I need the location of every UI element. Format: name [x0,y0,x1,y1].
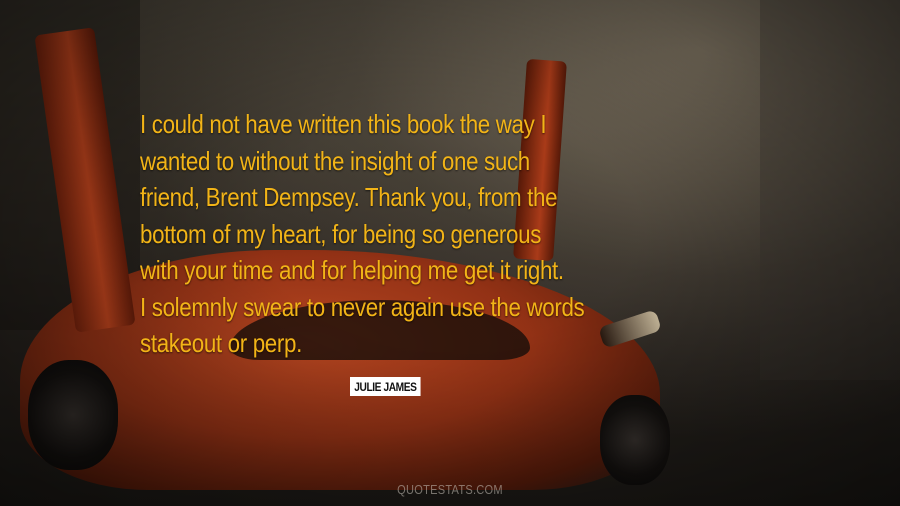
quote-line: bottom of my heart, for being so generou… [140,218,542,249]
quote-line: with your time and for helping me get it… [140,255,564,285]
quote-line: stakeout or perp. [140,328,302,358]
site-watermark: QUOTESTATS.COM [397,482,503,497]
quote-text: I could not have written this book the w… [140,106,725,362]
quote-line: I solemnly swear to never again use the … [140,291,585,322]
quote-line: I could not have written this book the w… [140,109,547,139]
quote-line: wanted to without the insight of one suc… [140,145,530,176]
quote-line: friend, Brent Dempsey. Thank you, from t… [140,182,558,212]
author-label[interactable]: JULIE JAMES [350,377,421,396]
